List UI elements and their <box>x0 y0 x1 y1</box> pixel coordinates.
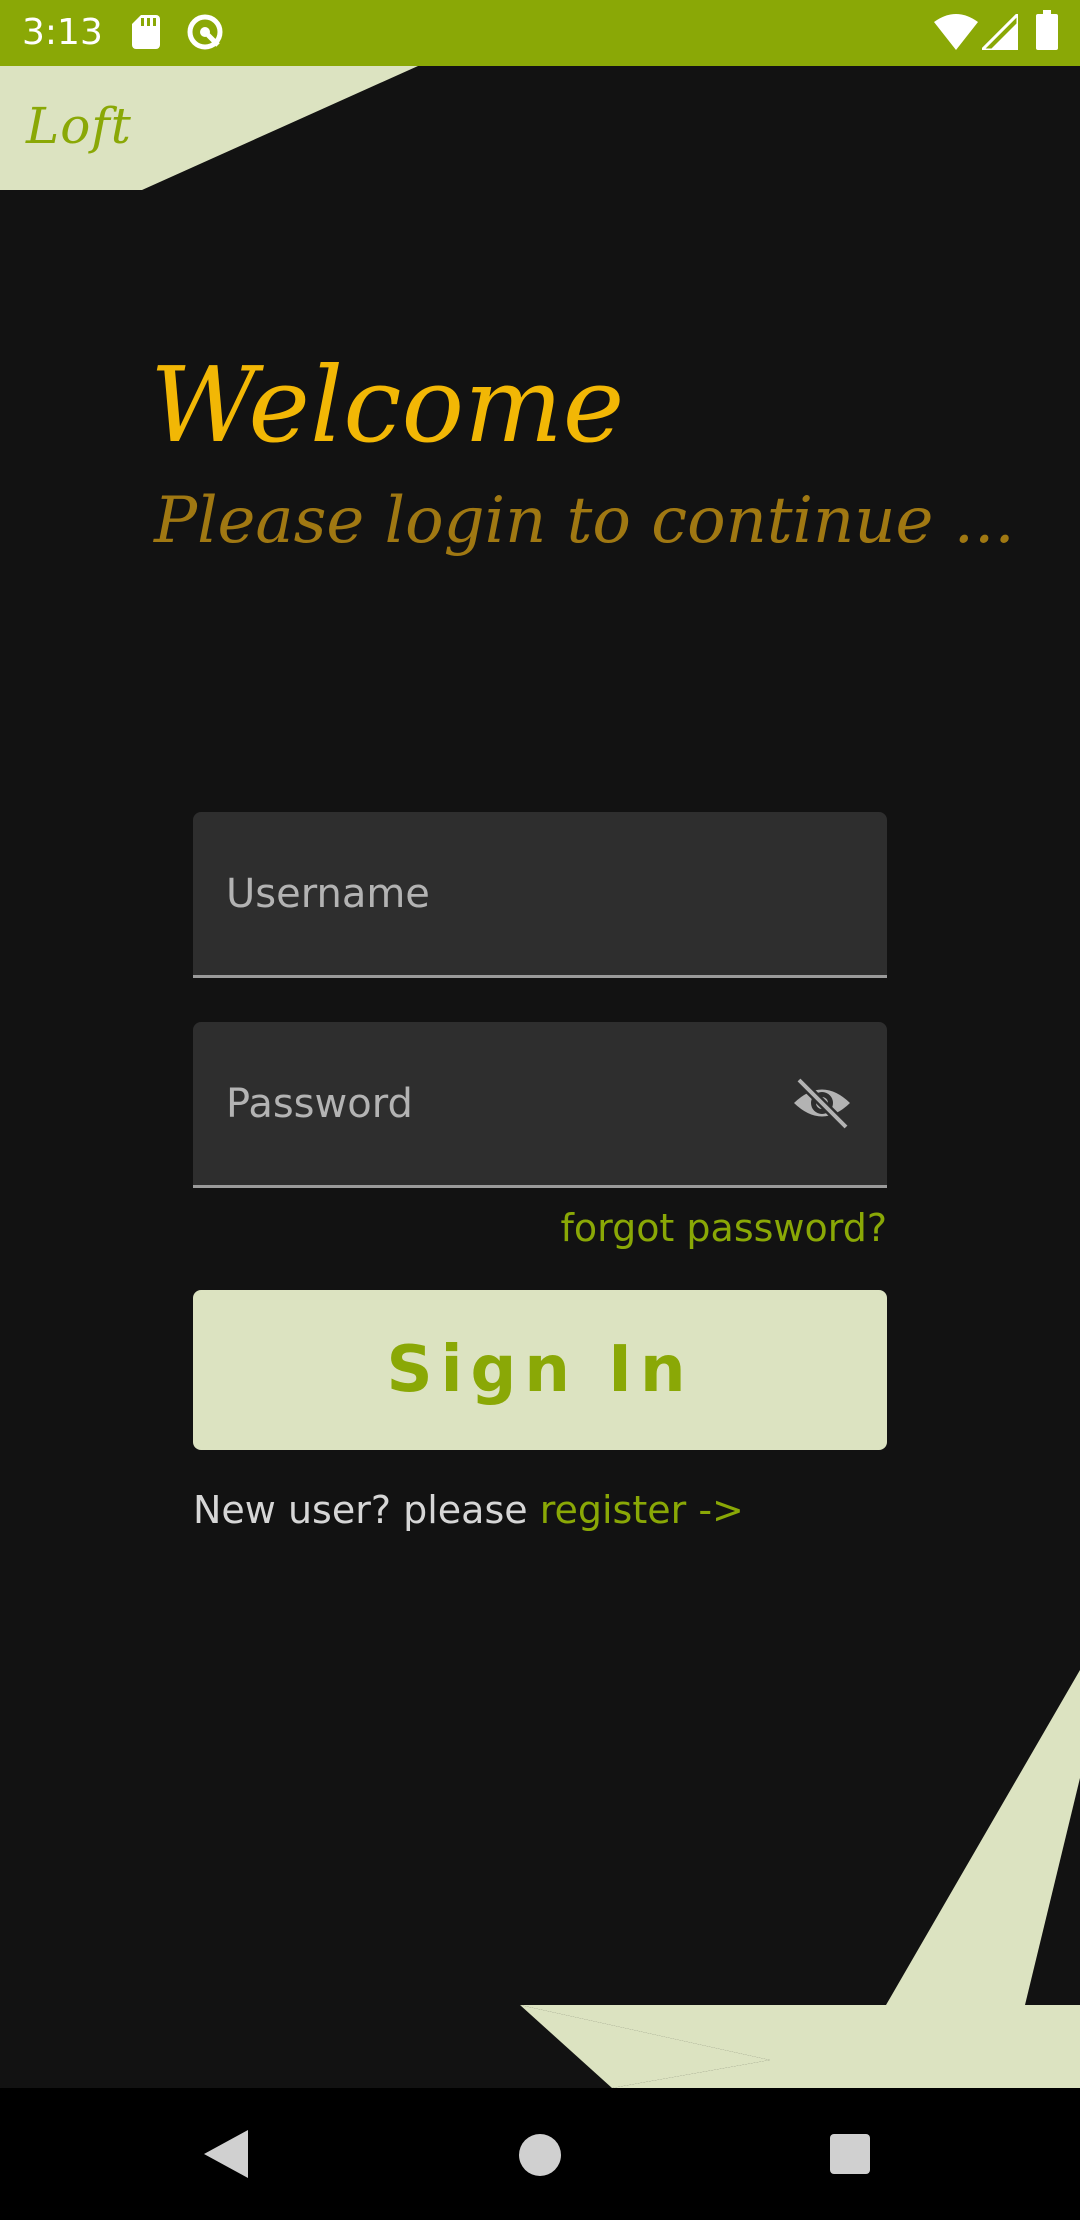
recents-icon[interactable] <box>830 2134 870 2174</box>
welcome-title: Welcome <box>150 344 625 466</box>
status-time: 3:13 <box>22 12 103 53</box>
vpn-key-icon <box>187 14 223 50</box>
password-field[interactable] <box>193 1022 887 1188</box>
wifi-icon <box>934 14 978 50</box>
sign-in-button[interactable]: Sign In <box>193 1290 887 1450</box>
status-bar: 3:13 <box>0 0 1080 66</box>
register-prompt: New user? please <box>193 1488 540 1532</box>
welcome-subtitle: Please login to continue ... <box>154 484 1015 558</box>
navigation-bar <box>0 2088 1080 2220</box>
footer-decoration <box>520 1670 1080 2088</box>
battery-icon <box>1036 10 1058 50</box>
forgot-password-link[interactable]: forgot password? <box>560 1200 887 1256</box>
cellular-icon <box>982 14 1018 50</box>
register-row: New user? please register -> <box>193 1480 744 1540</box>
visibility-off-icon[interactable] <box>791 1074 853 1132</box>
home-icon[interactable] <box>519 2134 561 2176</box>
app-logo: Loft <box>26 97 132 155</box>
password-input[interactable] <box>226 1022 786 1185</box>
sd-card-icon <box>132 15 160 49</box>
register-link[interactable]: register -> <box>540 1488 744 1532</box>
back-icon[interactable] <box>204 2130 248 2178</box>
username-input[interactable] <box>226 812 786 975</box>
username-field[interactable] <box>193 812 887 978</box>
